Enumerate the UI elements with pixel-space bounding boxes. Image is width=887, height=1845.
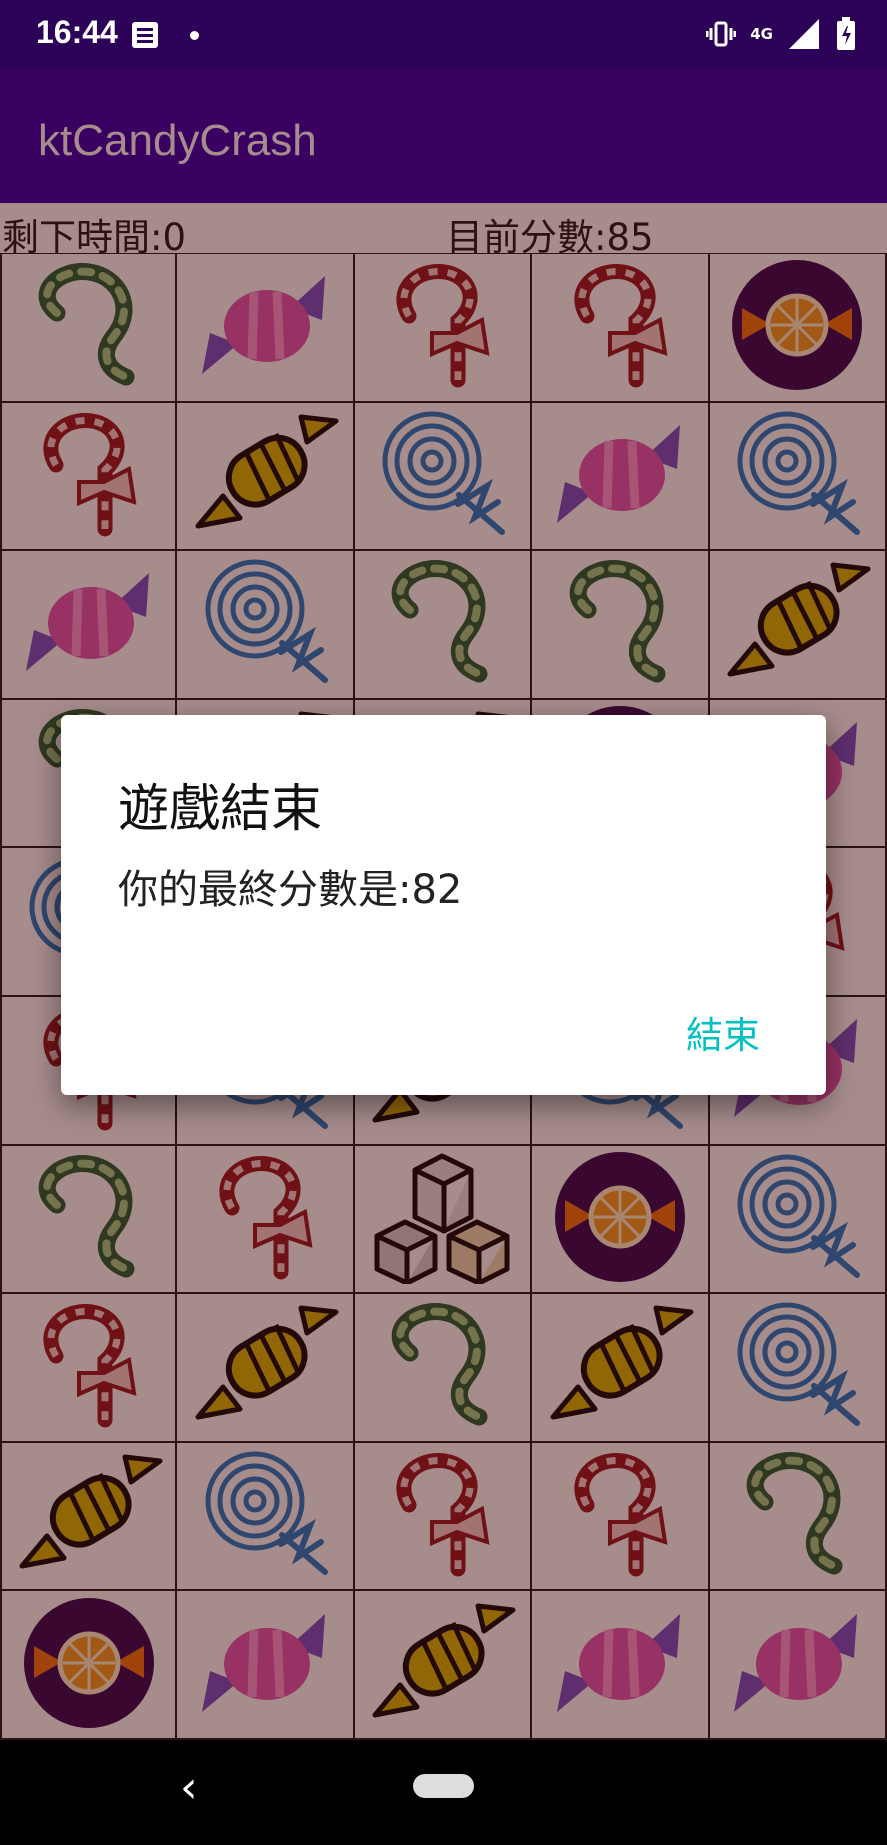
back-button[interactable]: ‹ bbox=[180, 1762, 198, 1813]
dialog-title: 遊戲結束 bbox=[118, 780, 323, 839]
vibrate-icon bbox=[706, 21, 737, 47]
notification-dot-icon bbox=[190, 31, 199, 40]
status-bar: 16:44 4G bbox=[0, 0, 887, 70]
status-icons: 4G bbox=[706, 14, 857, 54]
signal-icon bbox=[789, 19, 819, 49]
game-over-dialog: 遊戲結束 你的最終分數是:82 結束 bbox=[61, 715, 826, 1095]
end-button[interactable]: 結束 bbox=[686, 1005, 760, 1059]
notification-icon bbox=[132, 22, 158, 48]
dialog-message: 你的最終分數是:82 bbox=[118, 867, 463, 913]
network-type: 4G bbox=[750, 25, 773, 43]
navigation-bar: ‹ bbox=[0, 1740, 887, 1845]
status-time: 16:44 bbox=[36, 14, 118, 50]
home-button[interactable] bbox=[413, 1774, 474, 1798]
battery-charging-icon bbox=[837, 17, 855, 50]
